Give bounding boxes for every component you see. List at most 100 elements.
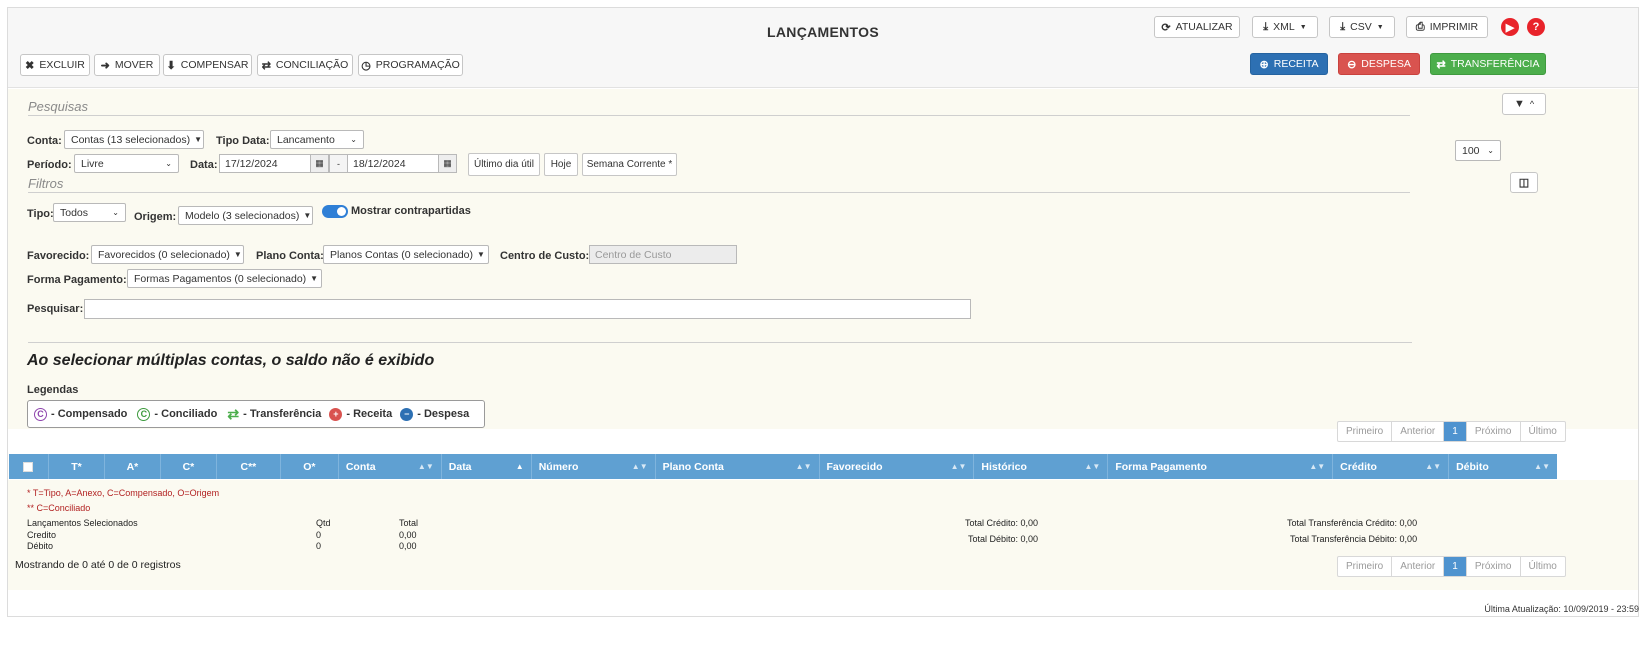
pagination-current[interactable]: 1 [1444,557,1467,576]
pagination-next[interactable]: Próximo [1467,557,1521,576]
contrapartidas-label: Mostrar contrapartidas [351,205,471,217]
caret-down-icon: ▼ [477,250,485,259]
column-header-conta[interactable]: Conta ▲▼ [339,454,442,479]
columns-button[interactable]: ◫ [1510,172,1538,193]
help-icon[interactable]: ? [1527,18,1545,36]
download-icon: ⤓ [1263,20,1269,33]
print-button[interactable]: ⎙ IMPRIMIR [1406,16,1488,38]
receita-icon: + [329,407,343,421]
chevron-up-icon: ^ [1529,99,1535,109]
select-all-checkbox-cell[interactable] [9,454,49,479]
concilia-o-button[interactable]: ⇄ CONCILIAÇÃO [257,54,353,76]
filter-toggle-button[interactable]: ▼ ^ [1502,93,1546,115]
column-header-credito[interactable]: Crédito ▲▼ [1333,454,1450,479]
table-header: T* A* C* C** O* Conta ▲▼ Data ▲ Número ▲▼ P… [9,454,1557,479]
caret-down-icon: ▼ [194,135,202,144]
printer-icon: ⎙ [1415,20,1425,33]
last-update: Última Atualização: 10/09/2019 - 23:59 [1484,604,1639,614]
csv-export-button[interactable]: ⤓ CSV ▼ [1329,16,1395,38]
divider [28,342,1412,343]
column-header-plano-conta[interactable]: Plano Conta ▲▼ [656,454,820,479]
chevron-down-icon: ⌄ [165,159,172,168]
forma-pagamento-label: Forma Pagamento: [27,274,127,286]
sort-icon: ▲▼ [631,462,648,471]
compensado-icon: C [34,407,47,421]
credito-qtd: 0 [316,530,322,540]
caret-down-icon: ▼ [303,211,312,220]
ultimo-dia-util-button[interactable]: Último dia útil [468,153,540,176]
pagination-last[interactable]: Último [1521,422,1565,441]
date-to-input[interactable]: 18/12/2024 [347,154,439,173]
pagination-top: Primeiro Anterior 1 Próximo Último [1337,421,1566,442]
play-video-icon[interactable]: ▶ [1501,18,1519,36]
date-from-input[interactable]: 17/12/2024 [219,154,311,173]
add-transferencia-button[interactable]: ⇄ TRANSFERÊNCIA [1430,53,1546,75]
pagination-first[interactable]: Primeiro [1338,557,1393,576]
column-header-debito[interactable]: Débito ▲▼ [1449,454,1557,479]
tipo-data-select[interactable]: Lancamento ⌄ [270,130,364,149]
sort-icon: ▲▼ [1425,462,1442,471]
transferencia-icon: ⇄ [227,405,240,422]
calendar-icon[interactable]: ▦ [310,154,329,173]
debito-qtd: 0 [316,541,322,551]
column-header[interactable]: C** [217,454,281,479]
refresh-button[interactable]: ⟳ ATUALIZAR [1154,16,1240,38]
legend-title: Legendas [27,384,79,396]
xml-export-button[interactable]: ⤓ XML ▼ [1252,16,1318,38]
favorecido-select[interactable]: Favorecidos (0 selecionado) ▼ [91,245,244,264]
contrapartidas-toggle[interactable] [322,205,348,218]
filters-heading: Filtros [28,176,64,191]
page-size-select[interactable]: 100 ⌄ [1455,140,1501,161]
sort-icon: ▲▼ [1309,462,1326,471]
pagination-prev[interactable]: Anterior [1392,422,1445,441]
sort-icon: ▲▼ [1534,462,1550,471]
conta-select[interactable]: Contas (13 selecionados) ▼ [64,130,204,149]
periodo-select[interactable]: Livre ⌄ [74,154,179,173]
select-all-checkbox[interactable] [23,461,34,472]
column-header-historico[interactable]: Histórico ▲▼ [974,454,1109,479]
filter-panel: Pesquisas ▼ ^ Conta: Contas (13 selecion… [8,89,1638,429]
caret-down-icon: ▼ [1299,23,1307,31]
programa-o-button[interactable]: ◷ PROGRAMAÇÃO [358,54,463,76]
excluir-button[interactable]: ✖ EXCLUIR [20,54,90,76]
mover-button[interactable]: ➜ MOVER [94,54,160,76]
divider [28,192,1410,193]
column-header-forma-pagamento[interactable]: Forma Pagamento ▲▼ [1108,454,1334,479]
column-header[interactable]: C* [161,454,217,479]
centro-custo-label: Centro de Custo: [500,250,590,262]
column-header[interactable]: A* [105,454,161,479]
add-despesa-button[interactable]: ⊖ DESPESA [1338,53,1420,75]
search-input[interactable] [84,299,971,319]
tipo-select[interactable]: Todos ⌄ [53,203,126,222]
conciliado-icon: C [137,407,151,421]
pagination-last[interactable]: Último [1521,557,1565,576]
plano-conta-select[interactable]: Planos Contas (0 selecionado) ▼ [323,245,489,264]
origem-select[interactable]: Modelo (3 selecionados) ▼ [178,206,313,225]
column-header-favorecido[interactable]: Favorecido ▲▼ [820,454,975,479]
periodo-label: Período: [27,159,72,171]
column-header-data[interactable]: Data ▲ [442,454,532,479]
pesquisar-label: Pesquisar: [27,303,84,315]
centro-custo-input[interactable]: Centro de Custo [589,245,737,264]
download-icon: ⤓ [1340,20,1346,33]
compensar-button[interactable]: ⬇ COMPENSAR [163,54,252,76]
pagination-prev[interactable]: Anterior [1392,557,1445,576]
column-header[interactable]: T* [49,454,105,479]
sort-icon: ▲▼ [417,462,434,471]
refresh-icon: ⟳ [1161,21,1171,34]
hoje-button[interactable]: Hoje [544,153,578,176]
legend-note: * T=Tipo, A=Anexo, C=Compensado, O=Orige… [27,488,220,498]
top-toolbar: LANÇAMENTOS ✖ EXCLUIR ➜ MOVER ⬇ COMPENSAR ⇄ CON… [8,8,1638,88]
pagination-first[interactable]: Primeiro [1338,422,1393,441]
column-header[interactable]: O* [281,454,339,479]
pagination-next[interactable]: Próximo [1467,422,1521,441]
add-receita-button[interactable]: ⊕ RECEITA [1250,53,1328,75]
multi-account-warning: Ao selecionar múltiplas contas, o saldo … [27,352,435,369]
semana-corrente-button[interactable]: Semana Corrente * [582,153,677,176]
forma-pagamento-select[interactable]: Formas Pagamentos (0 selecionado) ▼ [127,269,322,288]
column-header-numero[interactable]: Número ▲▼ [532,454,656,479]
calendar-icon[interactable]: ▦ [438,154,457,173]
pagination-current[interactable]: 1 [1444,422,1467,441]
clock-icon: ◷ [361,59,371,72]
date-separator: - [329,154,348,173]
